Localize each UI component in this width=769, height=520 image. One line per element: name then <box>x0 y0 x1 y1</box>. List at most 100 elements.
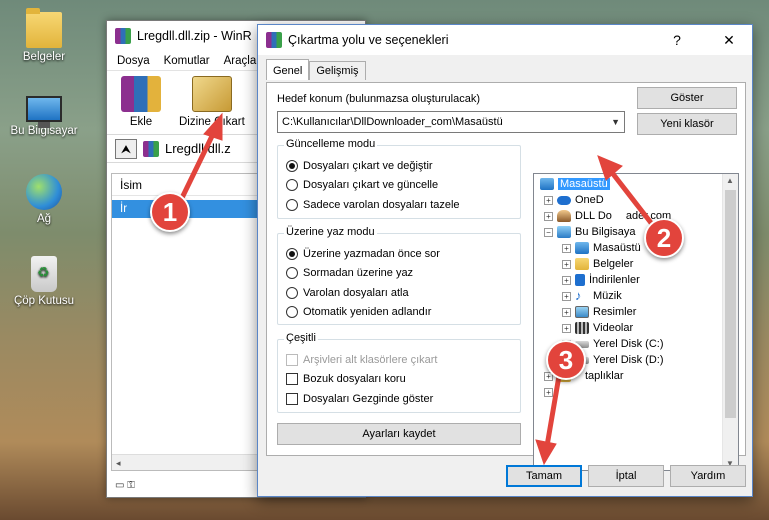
extract-label: Dizine Çıkart <box>179 116 245 128</box>
desktop-label: Ağ <box>36 213 52 225</box>
checkbox-extract-subfolders[interactable]: Arşivleri alt klasörlere çıkart <box>278 350 520 370</box>
checkbox-keep-broken[interactable]: Bozuk dosyaları koru <box>278 370 520 390</box>
radio-icon[interactable] <box>286 159 298 172</box>
radio-overwrite-without-prompt[interactable]: Sormadan üzerine yaz <box>278 264 520 284</box>
radio-freshen-existing[interactable]: Sadece varolan dosyaları tazele <box>278 195 520 215</box>
cancel-button[interactable]: İptal <box>588 465 664 487</box>
scroll-thumb[interactable] <box>725 190 736 418</box>
expand-icon[interactable]: + <box>544 211 553 221</box>
checkbox-show-in-explorer[interactable]: Dosyaları Gezginde göster <box>278 389 520 409</box>
group-title: Üzerine yaz modu <box>284 226 377 238</box>
radio-icon[interactable] <box>286 267 298 280</box>
tree-item-music[interactable]: + ♪ Müzik <box>562 288 622 304</box>
folder-tree[interactable]: Masaüstü + OneD + DLL Do ader.com − Bu Bi… <box>533 173 739 471</box>
destination-path-value: C:\Kullanıcılar\DllDownloader_com\Masaüs… <box>282 116 503 128</box>
show-button[interactable]: Göster <box>637 87 737 109</box>
music-icon: ♪ <box>575 288 582 303</box>
option-label: Dosyaları çıkart ve güncelle <box>303 179 439 192</box>
tree-item-downloads[interactable]: + İndirilenler <box>562 272 640 288</box>
close-icon[interactable]: ✕ <box>706 32 752 49</box>
tree-label: Yerel Disk (C:) <box>593 338 664 350</box>
tab-general[interactable]: Genel <box>266 59 310 80</box>
collapse-icon[interactable]: − <box>544 227 553 237</box>
address-text[interactable]: Lregdll.dll.z <box>165 141 231 156</box>
expand-icon[interactable]: + <box>544 195 553 205</box>
desktop-icon-network[interactable]: Ağ <box>6 174 82 225</box>
option-label: Dosyaları Gezginde göster <box>303 392 434 405</box>
radio-icon[interactable] <box>286 198 298 211</box>
menu-tools[interactable]: Araçla <box>224 55 257 67</box>
tree-label: Resimler <box>593 306 637 318</box>
radio-icon[interactable] <box>286 247 298 260</box>
desktop-label: Belgeler <box>22 51 66 63</box>
save-settings-button[interactable]: Ayarları kaydet <box>277 423 521 445</box>
tab-advanced[interactable]: Gelişmiş <box>309 61 366 80</box>
option-label: Üzerine yazmadan önce sor <box>303 247 440 260</box>
add-button[interactable]: Ekle <box>121 76 161 128</box>
ok-button[interactable]: Tamam <box>506 465 582 487</box>
destination-path-combobox[interactable]: C:\Kullanıcılar\DllDownloader_com\Masaüs… <box>277 111 625 133</box>
expand-icon[interactable]: + <box>562 323 571 333</box>
scroll-up-icon[interactable]: ▲ <box>726 176 734 185</box>
tree-item-pictures[interactable]: + Resimler <box>562 304 636 320</box>
horizontal-scrollbar[interactable]: ◂ <box>112 454 258 470</box>
menu-commands[interactable]: Komutlar <box>164 55 210 67</box>
checkbox-icon[interactable] <box>286 353 298 366</box>
tree-item-onedrive[interactable]: + OneD <box>544 192 604 208</box>
radio-icon[interactable] <box>286 179 298 192</box>
folder-icon <box>575 258 589 270</box>
extract-icon <box>191 76 232 112</box>
radio-skip-existing[interactable]: Varolan dosyaları atla <box>278 283 520 303</box>
overwrite-mode-group: Üzerine yaz modu Üzerine yazmadan önce s… <box>277 226 521 325</box>
radio-ask-before-overwrite[interactable]: Üzerine yazmadan önce sor <box>278 244 520 264</box>
tab-bar: Genel Gelişmiş <box>266 59 366 80</box>
option-label: Otomatik yeniden adlandır <box>303 306 432 319</box>
radio-icon[interactable] <box>286 306 298 319</box>
expand-icon[interactable]: + <box>544 387 553 397</box>
extract-to-button[interactable]: Dizine Çıkart <box>179 76 245 128</box>
radio-icon[interactable] <box>286 286 298 299</box>
radio-extract-update[interactable]: Dosyaları çıkart ve güncelle <box>278 176 520 196</box>
radio-extract-replace[interactable]: Dosyaları çıkart ve değiştir <box>278 156 520 176</box>
step-badge-1: 1 <box>150 192 190 232</box>
tree-item-this-pc[interactable]: − Bu Bilgisaya <box>544 224 636 240</box>
chevron-down-icon[interactable]: ▼ <box>611 112 620 132</box>
computer-icon <box>557 226 571 238</box>
help-title-button[interactable]: ? <box>654 32 700 48</box>
onedrive-icon <box>557 195 571 205</box>
checkbox-icon[interactable] <box>286 373 298 386</box>
option-label: Sormadan üzerine yaz <box>303 267 414 280</box>
desktop-icon-documents[interactable]: Belgeler <box>6 8 82 63</box>
new-folder-button[interactable]: Yeni klasör <box>637 113 737 135</box>
option-label: Bozuk dosyaları koru <box>303 373 406 386</box>
tree-label: Müzik <box>593 290 622 302</box>
tree-item-pc-desktop[interactable]: + Masaüstü <box>562 240 641 256</box>
recycle-bin-icon <box>31 256 57 292</box>
help-button[interactable]: Yardım <box>670 465 746 487</box>
tree-item-more[interactable]: + <box>544 384 553 400</box>
expand-icon[interactable]: + <box>562 307 571 317</box>
up-folder-button[interactable]: ⮝ <box>115 138 137 159</box>
tree-item-videos[interactable]: + Videolar <box>562 320 633 336</box>
add-archive-icon <box>121 76 161 112</box>
dialog-titlebar[interactable]: Çıkartma yolu ve seçenekleri ? ✕ <box>258 25 752 55</box>
expand-icon[interactable]: + <box>562 275 571 285</box>
group-title: Güncelleme modu <box>284 138 378 150</box>
radio-rename-automatically[interactable]: Otomatik yeniden adlandır <box>278 303 520 323</box>
desktop-label: Çöp Kutusu <box>13 295 75 307</box>
desktop-icon-this-pc[interactable]: Bu Bilgisayar <box>6 90 82 137</box>
tree-item-desktop[interactable]: Masaüstü <box>540 176 610 192</box>
tree-item-documents[interactable]: + Belgeler <box>562 256 633 272</box>
column-name-header[interactable]: İsim <box>112 174 258 196</box>
menu-file[interactable]: Dosya <box>117 55 150 67</box>
desktop-icon-recycle-bin[interactable]: Çöp Kutusu <box>6 256 82 307</box>
tree-label: İndirilenler <box>589 274 640 286</box>
update-mode-group: Güncelleme modu Dosyaları çıkart ve deği… <box>277 138 521 219</box>
destination-label: Hedef konum (bulunmazsa oluşturulacak) <box>277 93 480 105</box>
expand-icon[interactable]: + <box>562 259 571 269</box>
tree-label: Belgeler <box>593 258 634 270</box>
checkbox-icon[interactable] <box>286 392 298 405</box>
expand-icon[interactable]: + <box>562 291 571 301</box>
expand-icon[interactable]: + <box>562 243 571 253</box>
vertical-scrollbar[interactable]: ▲ ▼ <box>722 174 738 470</box>
